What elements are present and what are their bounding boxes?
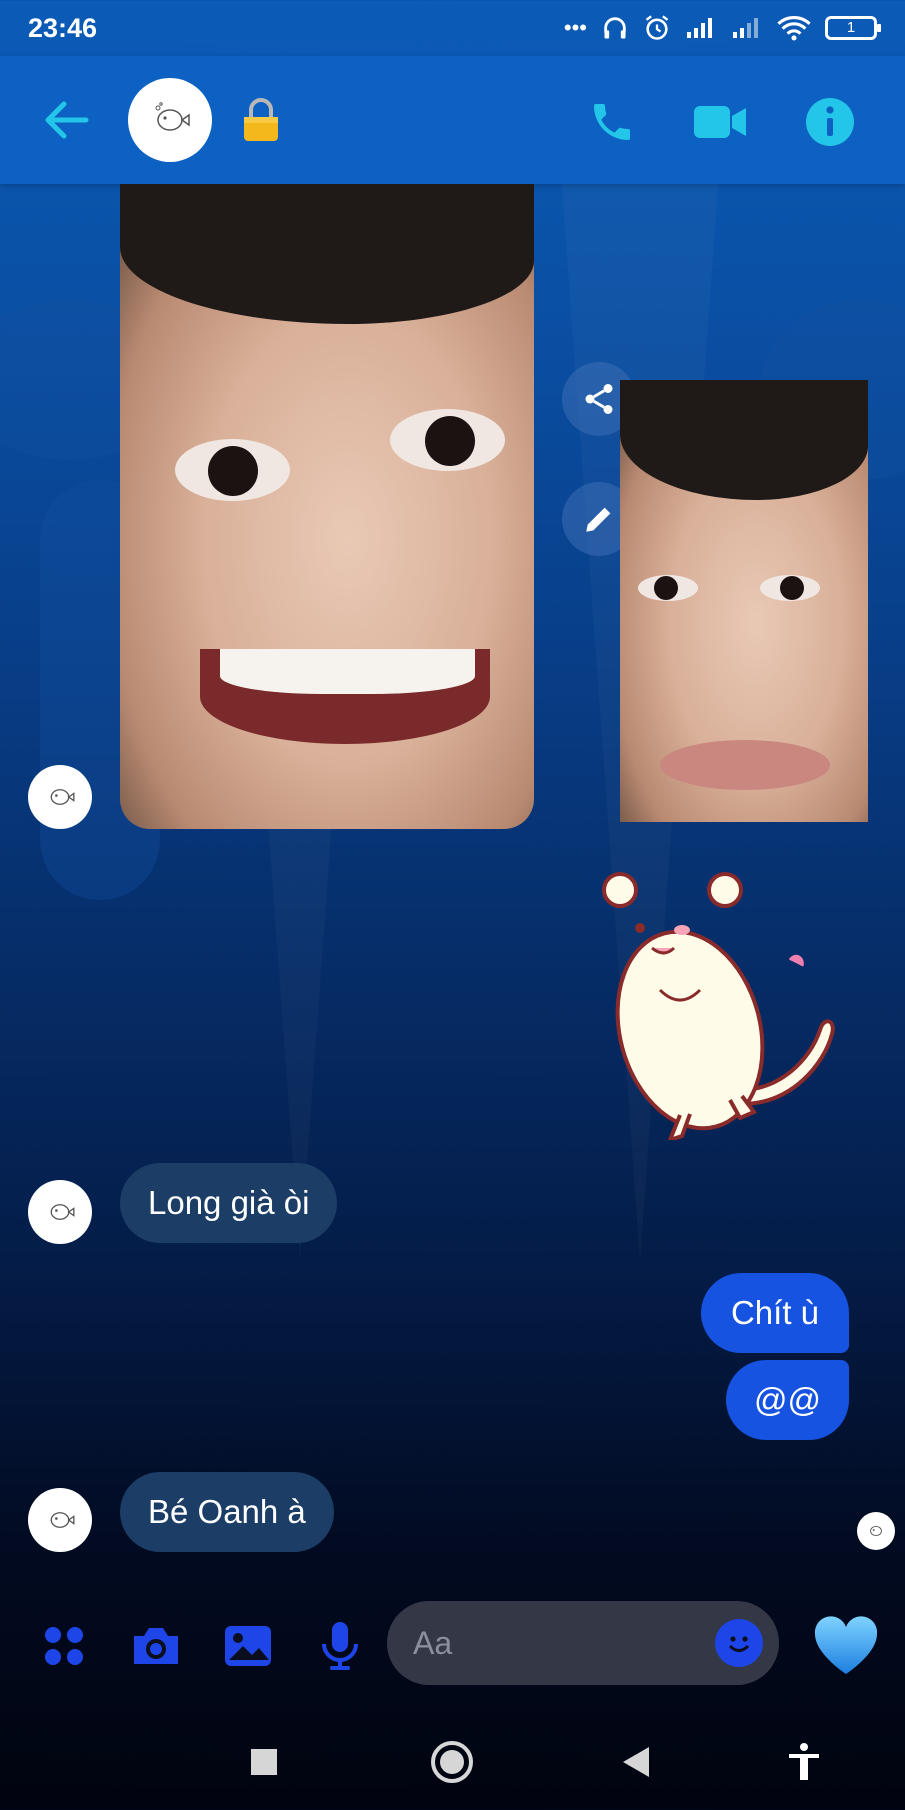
photo2-pupil-right (780, 576, 804, 600)
gallery-button[interactable] (218, 1616, 278, 1676)
info-button[interactable] (800, 92, 860, 152)
outgoing-photo[interactable] (620, 380, 868, 822)
recents-button[interactable] (236, 1734, 292, 1790)
photo2-pupil-left (654, 576, 678, 600)
image-icon (225, 1626, 271, 1666)
more-actions-button[interactable] (34, 1616, 94, 1676)
heart-icon (814, 1616, 878, 1674)
incoming-message[interactable]: Long già òi (120, 1163, 338, 1243)
lock-icon (240, 96, 282, 149)
share-icon (585, 384, 613, 414)
incoming-message[interactable]: Bé Oanh à (120, 1472, 334, 1552)
video-camera-icon (694, 106, 746, 138)
sender-avatar[interactable] (28, 1180, 92, 1244)
message-input-placeholder: Aa (413, 1624, 453, 1661)
contact-avatar[interactable] (128, 78, 212, 162)
message-input[interactable]: Aa (387, 1601, 779, 1685)
smile-icon (728, 1636, 750, 1652)
read-receipt-avatar (857, 1512, 895, 1550)
status-time: 23:46 (28, 12, 98, 43)
info-icon (806, 98, 854, 146)
fish-avatar-icon (50, 1204, 75, 1220)
status-bar: 23:46 ••• 1 (0, 0, 905, 56)
system-nav-bar (0, 1710, 905, 1810)
camera-icon (134, 1628, 178, 1664)
outgoing-message[interactable]: Chít ù (701, 1273, 849, 1353)
pencil-icon (586, 507, 611, 532)
battery-icon: 1 (825, 16, 881, 40)
sender-avatar[interactable] (28, 765, 92, 829)
phone-icon (594, 104, 630, 140)
hamster-sticker[interactable] (590, 860, 840, 1140)
status-icons: ••• 1 (563, 14, 881, 42)
fish-avatar-icon (50, 789, 75, 805)
wifi-icon (777, 16, 811, 41)
fish-avatar-icon (870, 1526, 882, 1536)
photo-pupil-left (208, 446, 258, 496)
home-button[interactable] (424, 1734, 480, 1790)
fish-avatar-icon (155, 102, 190, 131)
back-nav-button[interactable] (608, 1734, 664, 1790)
more-dots-icon: ••• (563, 15, 587, 40)
fish-avatar-icon (50, 1512, 75, 1528)
arrow-left-icon (45, 101, 89, 139)
video-call-button[interactable] (690, 92, 750, 152)
signal-icon-2 (733, 18, 758, 38)
voice-button[interactable] (310, 1616, 370, 1676)
photo-pupil-right (425, 416, 475, 466)
accessibility-icon (789, 1743, 819, 1780)
camera-button[interactable] (126, 1616, 186, 1676)
headphones-icon (604, 17, 626, 39)
circle-icon (431, 1741, 473, 1783)
photo2-lips (660, 740, 830, 790)
sender-avatar[interactable] (28, 1488, 92, 1552)
triangle-back-icon (623, 1747, 649, 1777)
battery-level: 1 (846, 19, 856, 36)
chat-header (0, 56, 905, 184)
accessibility-button[interactable] (776, 1734, 832, 1790)
call-button[interactable] (582, 92, 642, 152)
grid-dots-icon (45, 1627, 83, 1665)
message-composer: Aa (0, 1590, 905, 1700)
square-icon (251, 1749, 277, 1775)
photo-teeth (220, 649, 475, 694)
emoji-button[interactable] (715, 1619, 763, 1667)
back-button[interactable] (38, 92, 94, 148)
incoming-photo[interactable] (120, 184, 534, 829)
outgoing-message[interactable]: @@ (726, 1360, 849, 1440)
alarm-icon (645, 15, 669, 40)
microphone-icon (322, 1622, 358, 1670)
like-button[interactable] (810, 1610, 882, 1682)
signal-icon (687, 18, 712, 38)
